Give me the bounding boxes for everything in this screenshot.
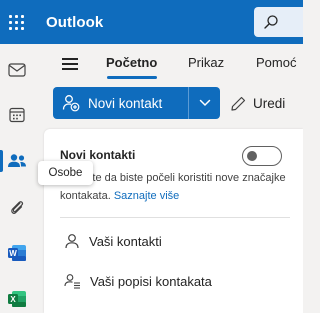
- tab-home[interactable]: Početno: [106, 55, 157, 70]
- svg-text:X: X: [10, 295, 16, 304]
- divider: [60, 217, 290, 218]
- top-bar: Outlook: [0, 0, 303, 44]
- pencil-icon: [231, 96, 246, 111]
- nav-item-contact-lists[interactable]: Vaši popisi kontakata: [64, 269, 212, 293]
- ribbon-toolbar: Novi kontakt Uredi: [34, 84, 303, 122]
- svg-text:W: W: [9, 249, 17, 258]
- mail-icon: [8, 63, 26, 77]
- nav-item-your-contacts[interactable]: Vaši kontakti: [64, 229, 162, 253]
- person-icon: [65, 234, 79, 249]
- people-tooltip: Osobe: [38, 161, 93, 185]
- tab-view[interactable]: Prikaz: [188, 55, 224, 70]
- new-contacts-toggle[interactable]: [242, 146, 282, 166]
- edit-button[interactable]: Uredi: [230, 87, 285, 119]
- promo-title: Novi kontakti: [60, 148, 136, 162]
- people-list-icon: [64, 274, 80, 289]
- new-contact-dropdown-button[interactable]: [189, 87, 220, 119]
- active-tab-indicator: [107, 76, 157, 79]
- waffle-icon: [8, 14, 24, 30]
- rail-people-button[interactable]: [0, 144, 34, 178]
- nav-item-label: Vaši popisi kontakata: [90, 273, 212, 289]
- new-contact-button[interactable]: Novi kontakt: [53, 87, 188, 119]
- word-icon: W: [8, 245, 26, 261]
- tab-help[interactable]: Pomoć: [256, 55, 296, 70]
- excel-icon: X: [8, 291, 26, 307]
- add-person-icon: [62, 95, 80, 112]
- edit-label: Uredi: [253, 95, 286, 111]
- rail-excel-button[interactable]: X: [0, 282, 34, 313]
- new-contact-label: Novi kontakt: [88, 95, 163, 111]
- app-title: Outlook: [46, 13, 104, 31]
- app-launcher-button[interactable]: [0, 0, 32, 44]
- rail-word-button[interactable]: W: [0, 236, 34, 270]
- search-icon: [264, 15, 278, 29]
- app-rail: W X: [0, 44, 34, 313]
- search-input[interactable]: [254, 7, 303, 37]
- rail-attachments-button[interactable]: [0, 190, 34, 224]
- hamburger-menu-button[interactable]: [62, 58, 78, 70]
- new-contact-split-button: Novi kontakt: [53, 87, 220, 119]
- rail-mail-button[interactable]: [0, 53, 34, 87]
- toggle-knob: [247, 151, 257, 161]
- learn-more-link[interactable]: Saznajte više: [114, 190, 179, 202]
- promo-description: Uključite da biste počeli koristiti nove…: [60, 169, 292, 205]
- nav-item-label: Vaši kontakti: [89, 233, 162, 249]
- ribbon-tabs: Početno Prikaz Pomoć: [34, 44, 303, 84]
- paperclip-icon: [11, 201, 24, 214]
- rail-calendar-button[interactable]: [0, 98, 34, 132]
- outlook-window: Outlook W X Početno Prikaz Pomoć Novi ko…: [0, 0, 303, 313]
- calendar-icon: [9, 107, 25, 123]
- people-icon: [8, 154, 26, 167]
- chevron-down-icon: [199, 99, 210, 107]
- contacts-nav-panel: Novi kontakti Uključite da biste počeli …: [44, 129, 303, 313]
